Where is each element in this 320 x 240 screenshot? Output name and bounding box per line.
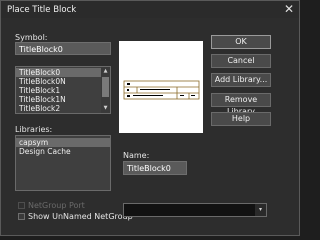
libraries-list-items: capsym Design Cache xyxy=(16,138,110,156)
libraries-list[interactable]: capsym Design Cache xyxy=(15,135,111,191)
scroll-down-icon[interactable]: ▼ xyxy=(102,105,109,112)
symbol-list-item[interactable]: TitleBlock0N xyxy=(16,77,101,86)
close-icon[interactable]: ✕ xyxy=(284,2,294,16)
symbol-list-item[interactable]: TitleBlock0 xyxy=(16,68,101,77)
symbol-list-item[interactable]: TitleBlock2 xyxy=(16,104,101,113)
symbol-preview xyxy=(119,41,203,133)
symbol-list-scrollbar[interactable]: ▲ ▼ xyxy=(101,67,110,113)
show-unnamed-netgroup-checkbox[interactable] xyxy=(18,213,25,220)
symbol-list-item[interactable]: TitleBlock1 xyxy=(16,86,101,95)
title-bar: Place Title Block ✕ xyxy=(1,1,299,18)
library-list-item[interactable]: Design Cache xyxy=(16,147,110,156)
remove-library-button[interactable]: Remove Library xyxy=(211,93,271,116)
scroll-up-icon[interactable]: ▲ xyxy=(102,68,109,75)
name-label: Name: xyxy=(123,151,150,160)
place-title-block-dialog: Place Title Block ✕ Symbol: TitleBlock0 … xyxy=(0,0,300,236)
symbol-input[interactable]: TitleBlock0 xyxy=(15,42,111,55)
scroll-thumb[interactable] xyxy=(102,77,109,97)
symbol-list-items: TitleBlock0 TitleBlock0N TitleBlock1 TitleB… xyxy=(16,68,101,113)
symbol-label: Symbol: xyxy=(15,33,48,42)
libraries-label: Libraries: xyxy=(15,125,53,134)
netgroup-port-checkbox xyxy=(18,202,25,209)
chevron-down-icon[interactable]: ▾ xyxy=(255,204,266,216)
symbol-list[interactable]: TitleBlock0 TitleBlock0N TitleBlock1 TitleB… xyxy=(15,66,111,114)
add-library-button[interactable]: Add Library... xyxy=(211,73,271,87)
name-input[interactable]: TitleBlock0 xyxy=(123,161,187,175)
show-unnamed-netgroup-label[interactable]: Show UnNamed NetGroup xyxy=(28,212,133,221)
ok-button[interactable]: OK xyxy=(211,35,271,49)
symbol-list-item[interactable]: TitleBlock1N xyxy=(16,95,101,104)
cancel-button[interactable]: Cancel xyxy=(211,54,271,68)
library-list-item[interactable]: capsym xyxy=(16,138,110,147)
netgroup-combo[interactable]: ▾ xyxy=(123,203,267,217)
netgroup-port-label: NetGroup Port xyxy=(28,201,85,210)
dialog-title: Place Title Block xyxy=(7,5,77,15)
help-button[interactable]: Help xyxy=(211,112,271,126)
title-block-preview-graphic xyxy=(123,80,200,100)
